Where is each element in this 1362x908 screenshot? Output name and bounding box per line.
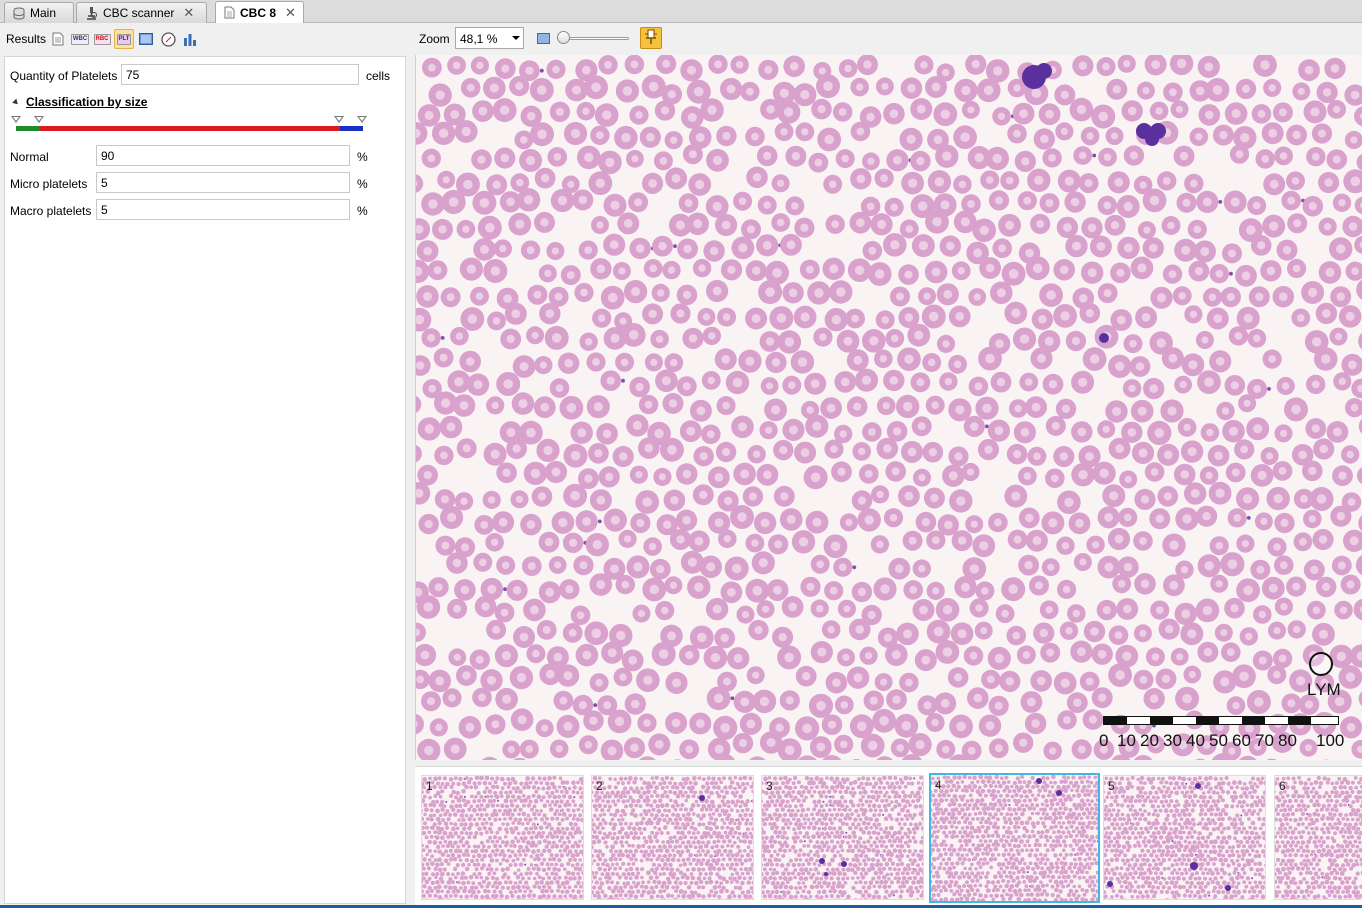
thumbnail-number: 4 bbox=[935, 778, 942, 792]
thumbnail[interactable]: 4 bbox=[929, 773, 1100, 903]
blood-smear-viewer[interactable]: LYM 0 10 20 30 40 50 60 70 80 100 bbox=[415, 55, 1362, 760]
scale-label: 10 bbox=[1117, 731, 1136, 750]
size-band-normal bbox=[40, 126, 340, 131]
plt-icon-text: PLT bbox=[116, 33, 132, 45]
close-icon[interactable]: ✕ bbox=[183, 5, 194, 21]
plt-icon[interactable]: PLT bbox=[114, 29, 134, 49]
thumbnail-image bbox=[1275, 776, 1362, 899]
thumbnail[interactable]: 6 bbox=[1274, 775, 1362, 900]
scale-label: 30 bbox=[1163, 731, 1182, 750]
tab-main[interactable]: Main bbox=[4, 2, 74, 23]
macro-platelets-field[interactable]: 5 bbox=[96, 199, 350, 220]
thumbnail-image bbox=[1104, 776, 1265, 899]
scale-segment bbox=[1104, 717, 1127, 724]
size-threshold-marker[interactable] bbox=[34, 116, 44, 123]
normal-label: Normal bbox=[10, 150, 49, 164]
thumbnail-number: 2 bbox=[596, 779, 603, 793]
blood-smear-image bbox=[416, 55, 1362, 760]
size-threshold-marker[interactable] bbox=[357, 116, 367, 123]
collapse-icon[interactable] bbox=[12, 98, 20, 106]
wbc-icon-text: WBC bbox=[70, 33, 90, 45]
scale-label: 60 bbox=[1232, 731, 1251, 750]
thumbnail[interactable]: 5 bbox=[1103, 775, 1266, 900]
fit-image-icon[interactable] bbox=[533, 28, 553, 48]
tab-cbc-8-label: CBC 8 bbox=[240, 5, 277, 20]
micro-platelets-unit: % bbox=[357, 177, 368, 191]
image-icon[interactable] bbox=[136, 29, 156, 49]
thumbnail[interactable]: 1 bbox=[421, 775, 584, 900]
thumbnail[interactable]: 2 bbox=[591, 775, 754, 900]
report-icon[interactable] bbox=[48, 29, 68, 49]
tab-bar: Main CBC scanner ✕ CBC 8 ✕ bbox=[0, 0, 1362, 23]
zoom-select[interactable]: 48,1 % bbox=[455, 27, 524, 49]
tab-main-label: Main bbox=[30, 6, 57, 20]
scale-segment bbox=[1196, 717, 1219, 724]
pin-icon bbox=[644, 29, 658, 48]
classification-header[interactable]: Classification by size bbox=[12, 95, 148, 109]
thumbnail-strip: 1 2 3 4 5 6 bbox=[415, 766, 1362, 906]
zoom-label: Zoom bbox=[419, 32, 450, 46]
classification-title: Classification by size bbox=[26, 95, 148, 109]
normal-field[interactable]: 90 bbox=[96, 145, 350, 166]
rbc-icon-text: RBC bbox=[93, 33, 111, 45]
results-panel: Quantity of Platelets 75 cells Classific… bbox=[4, 56, 406, 904]
tab-cbc-scanner[interactable]: CBC scanner ✕ bbox=[76, 2, 207, 23]
wbc-icon[interactable]: WBC bbox=[70, 29, 90, 49]
close-icon[interactable]: ✕ bbox=[285, 5, 296, 21]
bar-chart-icon[interactable] bbox=[180, 29, 200, 49]
thumbnail-number: 3 bbox=[766, 779, 773, 793]
toolbar: Results WBC RBC PLT Zoom bbox=[0, 24, 1362, 53]
size-band-macro bbox=[340, 126, 363, 131]
micro-platelets-field[interactable]: 5 bbox=[96, 172, 350, 193]
macro-platelets-label: Macro platelets bbox=[10, 204, 92, 218]
scale-label: 40 bbox=[1186, 731, 1205, 750]
document-icon bbox=[224, 6, 235, 19]
micro-platelets-label: Micro platelets bbox=[10, 177, 88, 191]
tab-cbc-scanner-label: CBC scanner bbox=[103, 6, 175, 20]
scale-label: 100 bbox=[1316, 731, 1345, 750]
thumbnail-number: 6 bbox=[1279, 779, 1286, 793]
quantity-field[interactable]: 75 bbox=[121, 64, 359, 85]
thumbnail[interactable]: 3 bbox=[761, 775, 924, 900]
chevron-down-icon bbox=[512, 36, 520, 40]
thumbnail-image bbox=[422, 776, 583, 899]
thumbnail-image bbox=[592, 776, 753, 899]
database-icon bbox=[13, 7, 25, 20]
size-threshold-marker[interactable] bbox=[334, 116, 344, 123]
thumbnail-image bbox=[931, 775, 1098, 901]
scale-label: 80 bbox=[1278, 731, 1297, 750]
size-band-micro bbox=[16, 126, 40, 131]
scale-label: 0 bbox=[1099, 731, 1109, 750]
macro-platelets-unit: % bbox=[357, 204, 368, 218]
results-label: Results bbox=[6, 32, 47, 46]
scale-segment bbox=[1150, 717, 1173, 724]
size-threshold-marker[interactable] bbox=[11, 116, 21, 123]
thumbnail-number: 5 bbox=[1108, 779, 1115, 793]
scale-label: 50 bbox=[1209, 731, 1228, 750]
zoom-slider-thumb[interactable] bbox=[557, 31, 570, 44]
zoom-value: 48,1 % bbox=[460, 32, 498, 46]
scale-label: 20 bbox=[1140, 731, 1159, 750]
rbc-icon[interactable]: RBC bbox=[92, 29, 112, 49]
scale-bar bbox=[1103, 716, 1339, 725]
tab-cbc-8[interactable]: CBC 8 ✕ bbox=[215, 1, 304, 23]
normal-unit: % bbox=[357, 150, 368, 164]
scale-label: 70 bbox=[1255, 731, 1274, 750]
pin-button[interactable] bbox=[640, 27, 662, 49]
compass-icon[interactable] bbox=[158, 29, 178, 49]
lym-label: LYM bbox=[1307, 680, 1341, 699]
scale-segment bbox=[1288, 717, 1311, 724]
thumbnail-number: 1 bbox=[426, 779, 433, 793]
lym-marker[interactable] bbox=[1309, 652, 1333, 676]
thumbnail-image bbox=[762, 776, 923, 899]
microscope-icon bbox=[85, 6, 98, 20]
scale-segment bbox=[1242, 717, 1265, 724]
quantity-unit: cells bbox=[366, 69, 391, 83]
quantity-label: Quantity of Platelets bbox=[10, 69, 118, 83]
